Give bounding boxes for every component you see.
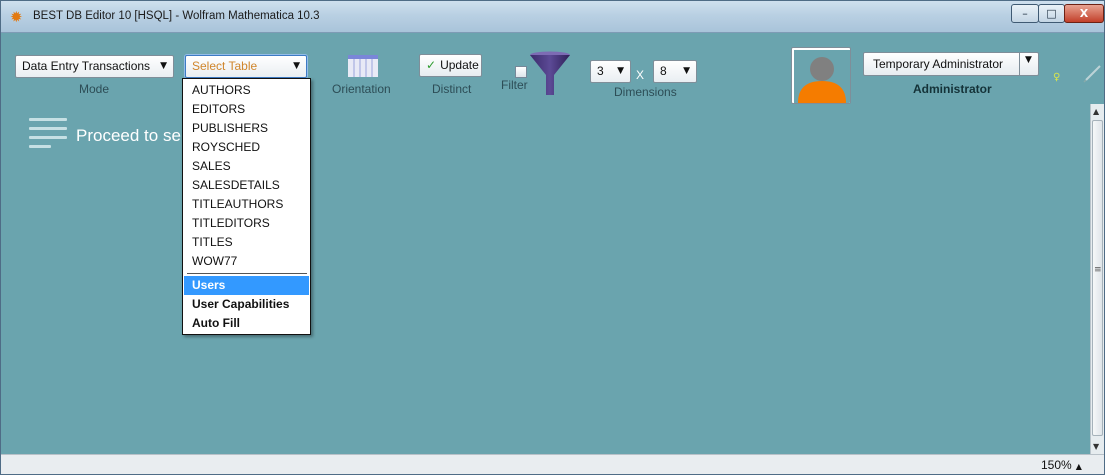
update-button[interactable]: ✓ Update [419,54,482,77]
table-option-salesdetails[interactable]: SALESDETAILS [184,176,309,195]
table-option-sales[interactable]: SALES [184,157,309,176]
rows-value: 3 [597,64,604,78]
main-content: Proceed to se [1,104,1090,454]
mode-caption: Mode [79,82,110,96]
hamburger-menu-icon[interactable] [29,118,67,150]
maximize-button[interactable]: □ [1038,4,1065,23]
chevron-down-icon: ▼ [683,66,690,76]
chevron-down-icon: ▼ [1025,55,1032,65]
mode-dropdown[interactable]: Data Entry Transactions ▼ [15,55,174,78]
filter-checkbox[interactable] [515,66,527,78]
columns-dropdown[interactable]: 8 ▼ [653,60,697,83]
orientation-caption: Orientation [332,82,391,96]
zoom-control[interactable]: 150% ▲ [1041,458,1082,472]
table-dropdown-list: AUTHORS EDITORS PUBLISHERS ROYSCHED SALE… [182,78,311,335]
update-label: Update [440,58,479,72]
table-option-roysched[interactable]: ROYSCHED [184,138,309,157]
grip-icon: ≡ [1094,265,1102,275]
chevron-down-icon: ▼ [293,61,300,71]
table-placeholder: Select Table [192,59,258,73]
checkmark-icon: ✓ [426,58,437,72]
toolbar: Data Entry Transactions ▼ Mode Select Ta… [1,34,1104,104]
status-bar: 150% ▲ [1,454,1104,474]
scroll-thumb[interactable] [1092,120,1103,436]
dropdown-divider [187,273,307,274]
window-title: BEST DB Editor 10 [HSQL] - Wolfram Mathe… [33,10,320,22]
table-option-editors[interactable]: EDITORS [184,100,309,119]
filter-caption: Filter [501,78,528,92]
chevron-up-icon: ▲ [1075,462,1082,471]
title-bar: ✹ BEST DB Editor 10 [HSQL] - Wolfram Mat… [1,1,1104,33]
dimension-separator: X [636,68,645,82]
user-name: Temporary Administrator [873,57,1004,71]
user-silhouette-icon [794,50,850,103]
funnel-icon[interactable] [529,51,571,97]
dropdown-divider [1019,53,1020,75]
prompt-text: Proceed to se [76,126,181,145]
table-option-authors[interactable]: AUTHORS [184,81,309,100]
vertical-scrollbar[interactable]: ▲ ≡ ▼ [1090,104,1104,454]
pencil-icon[interactable] [1083,63,1103,83]
sunburst-icon: ✹ [10,8,23,26]
table-dropdown[interactable]: Select Table ▼ [185,55,307,78]
rows-dropdown[interactable]: 3 ▼ [590,60,631,83]
table-option-users[interactable]: Users [184,276,309,295]
scroll-up-icon[interactable]: ▲ [1093,107,1099,116]
lightbulb-icon[interactable]: ♀ [1053,72,1061,83]
distinct-caption: Distinct [432,82,472,96]
grid-orientation-icon[interactable] [348,55,378,77]
zoom-value: 150% [1041,458,1072,472]
table-option-titleauthors[interactable]: TITLEAUTHORS [184,195,309,214]
user-dropdown[interactable]: Temporary Administrator ▼ [863,52,1039,76]
mode-value: Data Entry Transactions [22,59,151,73]
chevron-down-icon: ▼ [160,61,167,71]
user-role: Administrator [913,82,992,96]
columns-value: 8 [660,64,667,78]
table-option-publishers[interactable]: PUBLISHERS [184,119,309,138]
chevron-down-icon: ▼ [617,66,624,76]
close-button[interactable]: X [1064,4,1104,23]
avatar[interactable] [791,47,851,104]
table-option-auto-fill[interactable]: Auto Fill [184,314,309,333]
table-option-titles[interactable]: TITLES [184,233,309,252]
table-option-titleditors[interactable]: TITLEDITORS [184,214,309,233]
scroll-down-icon[interactable]: ▼ [1093,442,1099,451]
table-option-wow77[interactable]: WOW77 [184,252,309,271]
minimize-button[interactable]: – [1011,4,1039,23]
table-option-user-capabilities[interactable]: User Capabilities [184,295,309,314]
dimensions-caption: Dimensions [614,85,677,99]
app-window: ✹ BEST DB Editor 10 [HSQL] - Wolfram Mat… [0,0,1105,475]
